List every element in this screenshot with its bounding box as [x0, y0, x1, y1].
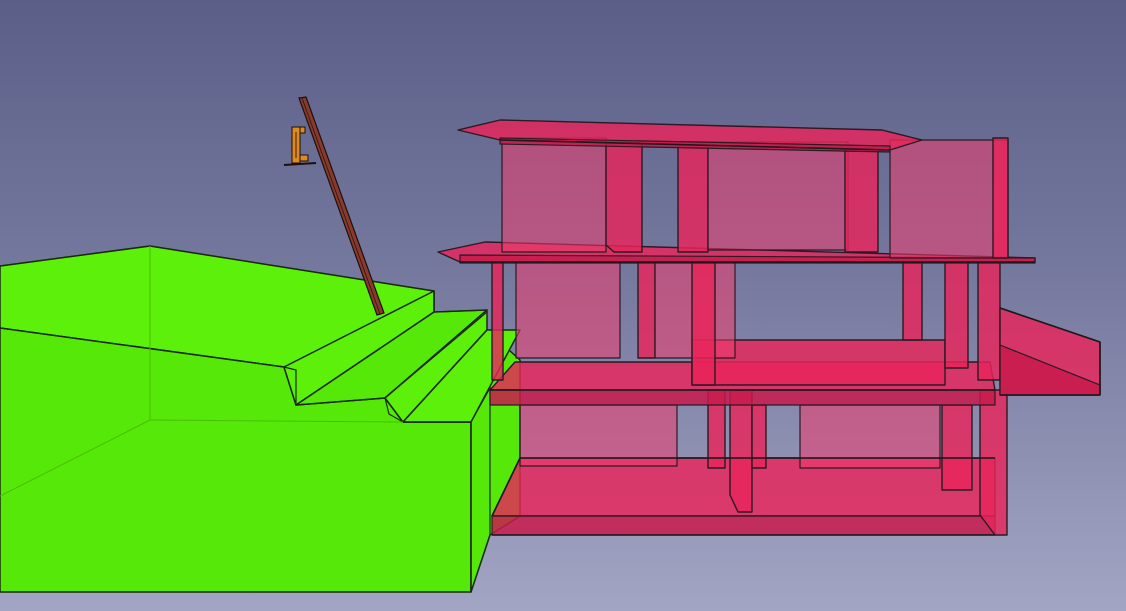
- terrain[interactable]: [0, 245, 521, 593]
- sf-wall-left: [501, 137, 607, 253]
- ff-column-mid: [691, 261, 716, 386]
- 3d-viewport[interactable]: [0, 0, 1126, 611]
- scene-canvas[interactable]: [0, 0, 1126, 611]
- ff-column-right-3: [977, 261, 1001, 381]
- gf-column-2: [729, 389, 753, 513]
- sf-panel-1: [605, 141, 643, 253]
- gf-wall-left: [519, 404, 678, 467]
- ground-slab-front: [491, 515, 996, 536]
- sf-wall-right: [889, 139, 1009, 259]
- sf-column-right: [992, 137, 1009, 259]
- ff-column-left: [491, 261, 504, 381]
- ff-column-right-1: [902, 261, 923, 341]
- gf-column-5: [979, 389, 1008, 536]
- ff-column-right-2: [944, 261, 969, 369]
- ff-wall-left: [515, 261, 621, 359]
- sf-wall-middle: [707, 141, 849, 251]
- sf-column-1: [844, 147, 879, 253]
- building[interactable]: [437, 119, 1101, 536]
- first-slab-front: [489, 389, 996, 406]
- ff-panel-1: [637, 261, 656, 359]
- gf-column-4: [941, 404, 973, 491]
- sf-panel-2: [677, 141, 709, 253]
